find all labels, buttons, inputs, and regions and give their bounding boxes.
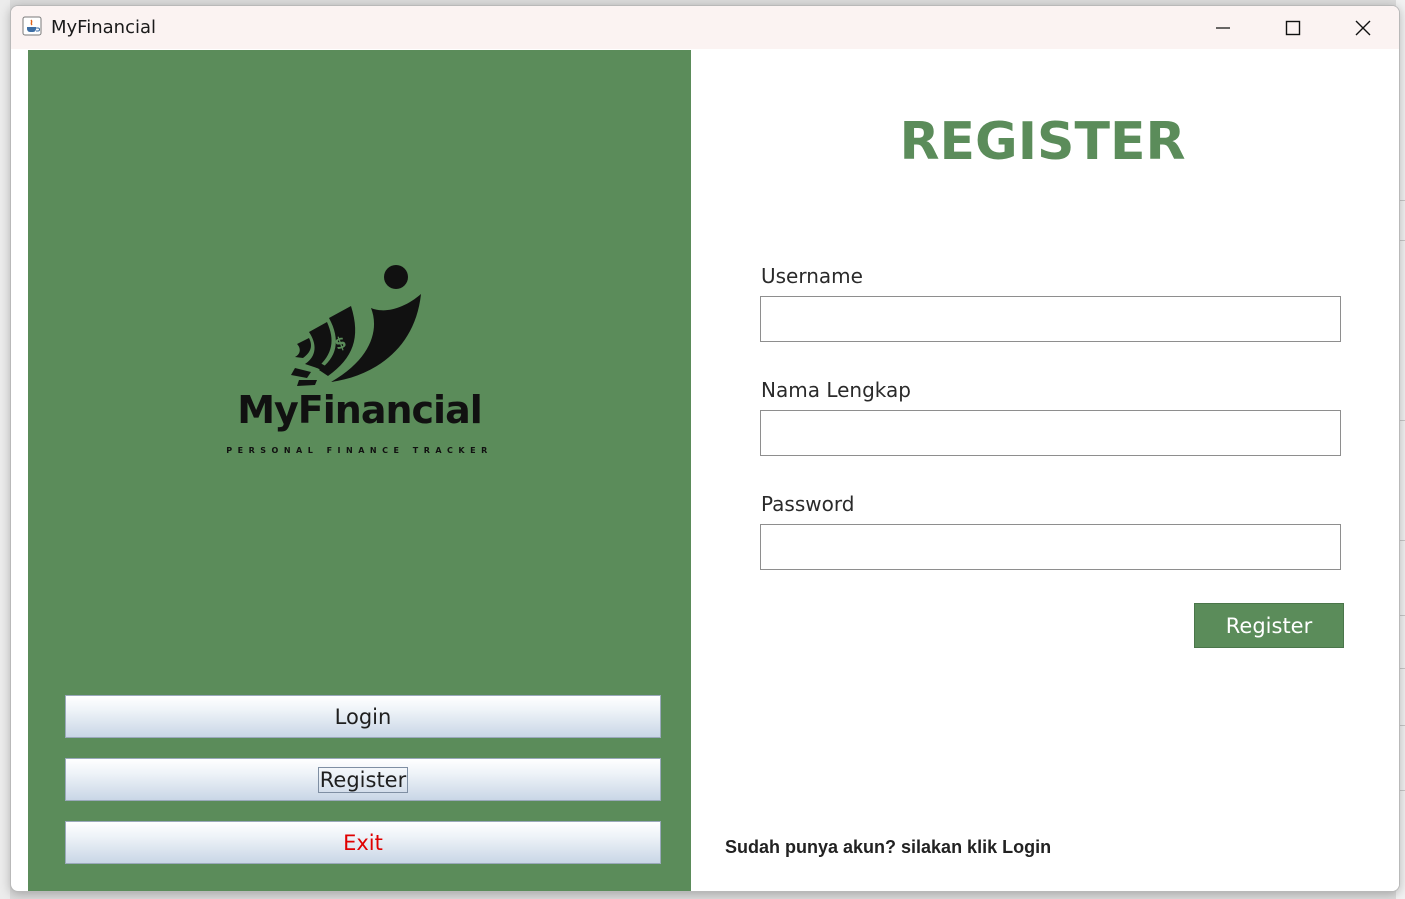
- exit-nav-button[interactable]: Exit: [65, 821, 661, 864]
- password-label: Password: [761, 492, 855, 516]
- minimize-icon: [1216, 26, 1230, 29]
- form-heading: REGISTER: [899, 112, 1186, 172]
- app-window: MyFinancial $ MyFinancial PERSONAL FINAN…: [10, 5, 1400, 892]
- exit-nav-label: Exit: [343, 831, 383, 855]
- minimize-button[interactable]: [1188, 6, 1258, 49]
- login-nav-label: Login: [334, 705, 392, 729]
- password-field[interactable]: [760, 524, 1341, 570]
- login-prompt-text[interactable]: Sudah punya akun? silakan klik Login: [725, 837, 1051, 858]
- full-name-field[interactable]: [760, 410, 1341, 456]
- background-window-left: [0, 0, 10, 899]
- sidebar-panel: $ MyFinancial PERSONAL FINANCE TRACKER L…: [28, 50, 691, 891]
- maximize-button[interactable]: [1258, 6, 1328, 49]
- register-submit-button[interactable]: Register: [1194, 603, 1344, 648]
- register-nav-button[interactable]: Register: [65, 758, 661, 801]
- window-title: MyFinancial: [51, 17, 157, 38]
- username-label: Username: [761, 264, 863, 288]
- java-cup-icon: [22, 16, 42, 36]
- title-bar[interactable]: MyFinancial: [11, 6, 1399, 49]
- brand-tagline: PERSONAL FINANCE TRACKER: [226, 446, 493, 455]
- register-form-panel: REGISTER Username Nama Lengkap Password …: [691, 50, 1399, 891]
- username-field[interactable]: [760, 296, 1341, 342]
- register-nav-label: Register: [317, 767, 409, 793]
- maximize-icon: [1285, 20, 1301, 35]
- close-icon: [1355, 20, 1371, 35]
- full-name-label: Nama Lengkap: [761, 378, 911, 402]
- login-nav-button[interactable]: Login: [65, 695, 661, 738]
- close-button[interactable]: [1328, 6, 1398, 49]
- brand-name: MyFinancial: [237, 388, 483, 432]
